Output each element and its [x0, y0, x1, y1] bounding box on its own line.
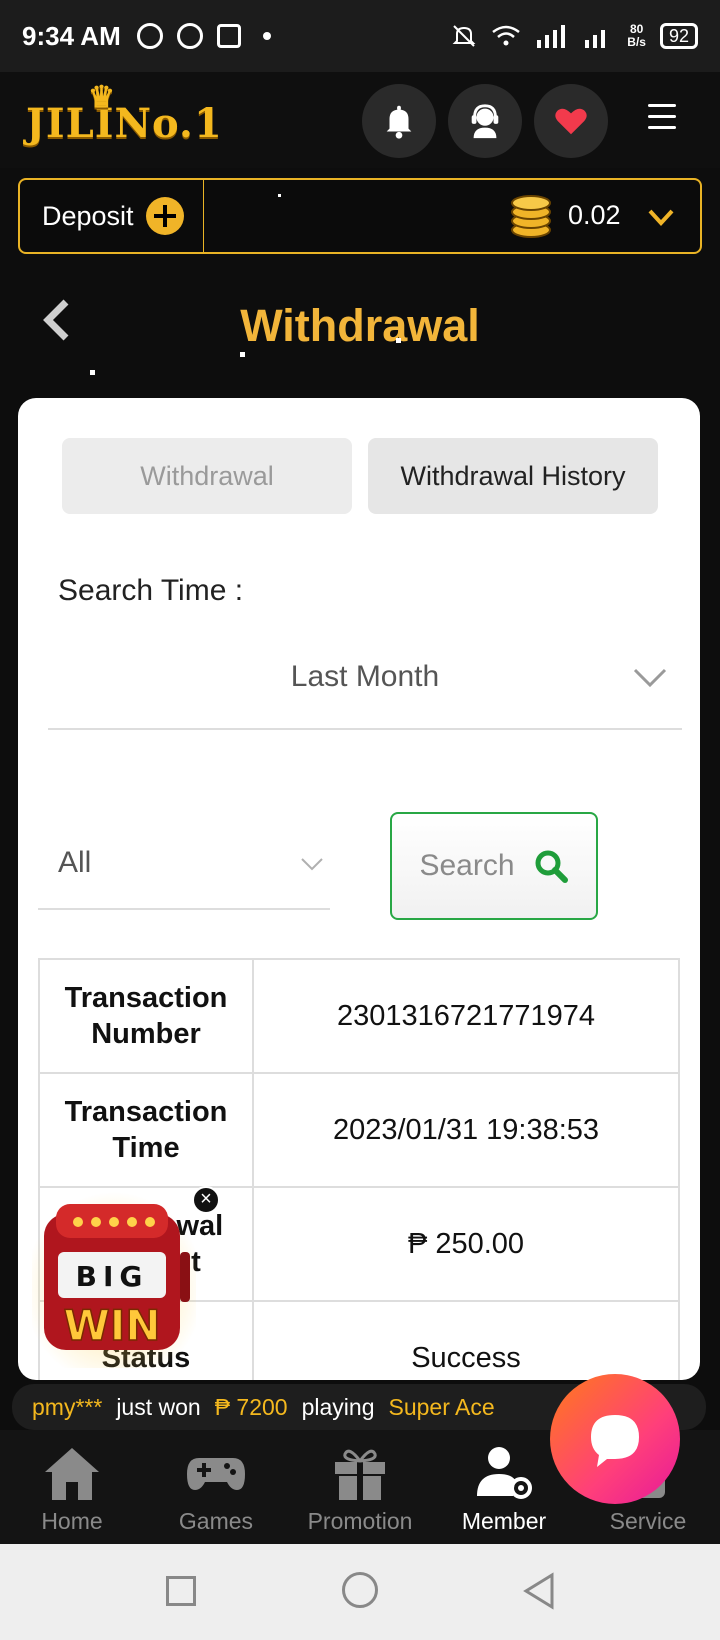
system-navigation-bar	[0, 1544, 720, 1640]
table-row: Transaction Number 2301316721771974	[38, 958, 680, 1074]
sparkle	[396, 338, 401, 343]
menu-button[interactable]	[648, 104, 676, 137]
recent-apps-button[interactable]	[166, 1576, 196, 1606]
close-icon[interactable]: ×	[192, 1186, 220, 1214]
customer-support-button[interactable]	[448, 84, 522, 158]
withdrawal-amount-value: ₱ 250.00	[252, 1186, 680, 1302]
home-icon	[45, 1448, 99, 1500]
headset-agent-icon	[471, 104, 499, 139]
chrome-icon	[136, 23, 163, 49]
more-notifications-dot	[262, 32, 271, 40]
tab-withdrawal[interactable]: Withdrawal	[62, 438, 352, 514]
status-filter-value: All	[58, 846, 92, 879]
transaction-number-value: 2301316721771974	[252, 958, 680, 1074]
nav-item-games[interactable]: Games	[144, 1430, 288, 1544]
transaction-time-key: Transaction Time	[38, 1072, 254, 1188]
coins-icon	[511, 195, 551, 238]
net-speed: 80 B/s	[627, 22, 646, 49]
deposit-label: Deposit	[42, 200, 134, 231]
sparkle	[278, 194, 281, 197]
table-row: Transaction Time 2023/01/31 19:38:53	[38, 1072, 680, 1188]
battery-indicator: 92	[659, 23, 698, 49]
big-win-slot-widget[interactable]: BIG WIN	[32, 1192, 196, 1368]
bell-icon	[386, 105, 412, 139]
chat-bubble-icon	[591, 1415, 639, 1467]
wallet-bar: Deposit 0.02	[18, 178, 702, 254]
status-bar: 9:34 AM 80 B/s 92	[0, 0, 720, 72]
ticker-game: Super Ace	[388, 1393, 495, 1420]
signal-icon	[585, 30, 606, 48]
member-icon	[477, 1447, 532, 1499]
chat-fab[interactable]	[550, 1374, 680, 1504]
logo[interactable]: ♛ JILINo.1	[26, 80, 223, 147]
nav-label: Home	[41, 1508, 103, 1534]
notifications-button[interactable]	[362, 84, 436, 158]
menu-line	[648, 104, 676, 107]
chevron-down-icon[interactable]	[646, 202, 676, 232]
nav-label: Service	[609, 1508, 687, 1534]
nav-item-promotion[interactable]: Promotion	[288, 1430, 432, 1544]
search-label: Search	[419, 849, 515, 882]
gamepad-icon	[187, 1458, 245, 1490]
nav-label: Promotion	[307, 1508, 413, 1534]
search-button[interactable]: Search	[390, 812, 598, 920]
sparkle	[240, 352, 245, 357]
chrome-icon	[176, 23, 203, 49]
app-header: ♛ JILINo.1	[0, 72, 720, 168]
crown-icon: ♛	[88, 80, 116, 115]
nav-label: Member	[461, 1508, 547, 1534]
big-win-line1: BIG	[76, 1260, 149, 1293]
nav-label: Games	[178, 1508, 254, 1534]
gift-icon	[335, 1449, 385, 1500]
status-time: 9:34 AM	[22, 20, 121, 51]
search-time-label: Search Time :	[58, 574, 244, 607]
favorites-button[interactable]	[534, 84, 608, 158]
menu-line	[648, 126, 676, 129]
ticker-user: pmy***	[32, 1393, 103, 1420]
chevron-down-icon	[633, 668, 667, 688]
deposit-button[interactable]: Deposit	[20, 180, 204, 252]
plus-icon	[145, 197, 184, 235]
transaction-time-value: 2023/01/31 19:38:53	[252, 1072, 680, 1188]
menu-line	[648, 115, 676, 118]
sparkle	[90, 370, 95, 375]
ticker-text: playing	[301, 1393, 375, 1420]
signal-icon	[537, 25, 566, 48]
back-triangle-icon[interactable]	[522, 1572, 556, 1610]
ticker-text: just won	[116, 1393, 201, 1420]
page-title: Withdrawal	[240, 300, 480, 351]
heart-icon	[555, 108, 587, 135]
time-range-select[interactable]: Last Month	[48, 616, 682, 730]
ticker-amount: ₱ 7200	[214, 1393, 288, 1420]
logo-text: JILINo.1	[26, 100, 223, 147]
app-notification-icon	[216, 24, 241, 48]
search-icon	[535, 850, 568, 883]
big-win-line2: WIN	[63, 1301, 160, 1350]
nav-item-home[interactable]: Home	[0, 1430, 144, 1544]
status-value: Success	[252, 1300, 680, 1380]
wifi-icon	[492, 25, 521, 46]
mute-icon	[452, 25, 476, 47]
wallet-balance: 0.02	[568, 200, 621, 230]
tab-withdrawal-history[interactable]: Withdrawal History	[368, 438, 658, 514]
chevron-down-icon	[301, 858, 323, 871]
time-range-value: Last Month	[290, 660, 440, 693]
status-filter-select[interactable]: All	[38, 808, 330, 910]
transaction-number-key: Transaction Number	[38, 958, 254, 1074]
home-button[interactable]	[342, 1572, 378, 1608]
